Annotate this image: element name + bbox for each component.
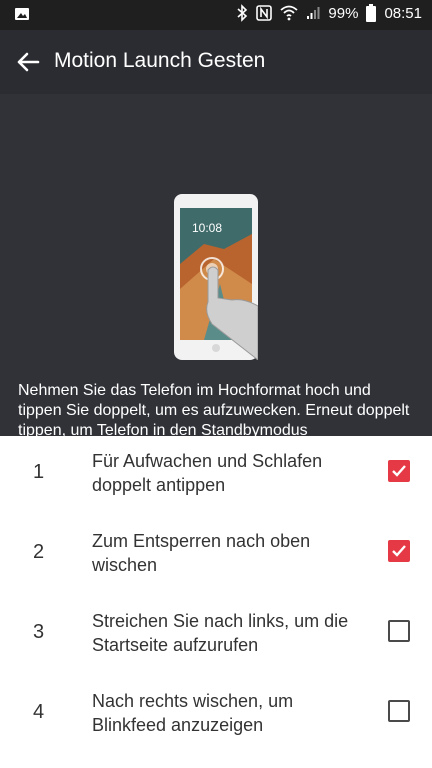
checkmark-icon: [392, 545, 406, 557]
list-item[interactable]: 4 Nach rechts wischen, um Blinkfeed anzu…: [0, 680, 432, 760]
checkbox-unchecked[interactable]: [388, 620, 410, 642]
item-number: 2: [33, 541, 45, 563]
gesture-list: 1 Für Aufwachen und Schlafen doppelt ant…: [0, 436, 432, 768]
list-item[interactable]: 2 Zum Entsperren nach oben wischen: [0, 520, 432, 600]
nfc-icon: [256, 5, 273, 21]
item-label: Für Aufwachen und Schlafen doppelt antip…: [92, 451, 323, 495]
status-icons: 99% 08:51: [236, 4, 422, 22]
item-number: 3: [33, 621, 45, 643]
item-number: 1: [33, 461, 45, 483]
status-bar: 99% 08:51: [0, 0, 432, 30]
back-arrow-icon[interactable]: [14, 48, 42, 76]
item-label: Zum Entsperren nach oben wischen: [92, 531, 311, 575]
checkbox-checked[interactable]: [388, 460, 410, 482]
checkbox-checked[interactable]: [388, 540, 410, 562]
phone-clock: 10:08: [192, 221, 222, 235]
checkbox-unchecked[interactable]: [388, 700, 410, 722]
gesture-illustration-panel: 10:08 Nehmen Sie das Telefon im Hochform…: [0, 94, 432, 502]
list-item[interactable]: 3 Streichen Sie nach links, um die Start…: [0, 600, 432, 680]
page-title: Motion Launch Gesten: [54, 49, 266, 72]
signal-icon: [306, 6, 320, 20]
item-label: Streichen Sie nach links, um die Startse…: [92, 611, 349, 655]
image-notification-icon: [14, 6, 30, 22]
list-item[interactable]: 1 Für Aufwachen und Schlafen doppelt ant…: [0, 440, 432, 520]
bluetooth-icon: [236, 4, 248, 22]
clock: 08:51: [384, 4, 422, 22]
battery-icon: [366, 4, 377, 22]
checkmark-icon: [392, 465, 406, 477]
item-label: Nach rechts wischen, um Blinkfeed anzuze…: [92, 691, 294, 735]
battery-percent: 99%: [328, 4, 359, 22]
app-bar: Motion Launch Gesten: [0, 30, 432, 94]
wifi-icon: [280, 5, 299, 21]
instruction-text: Nehmen Sie das Telefon im Hochformat hoc…: [18, 382, 410, 439]
item-number: 4: [33, 701, 45, 723]
phone-illustration: 10:08: [174, 194, 259, 362]
